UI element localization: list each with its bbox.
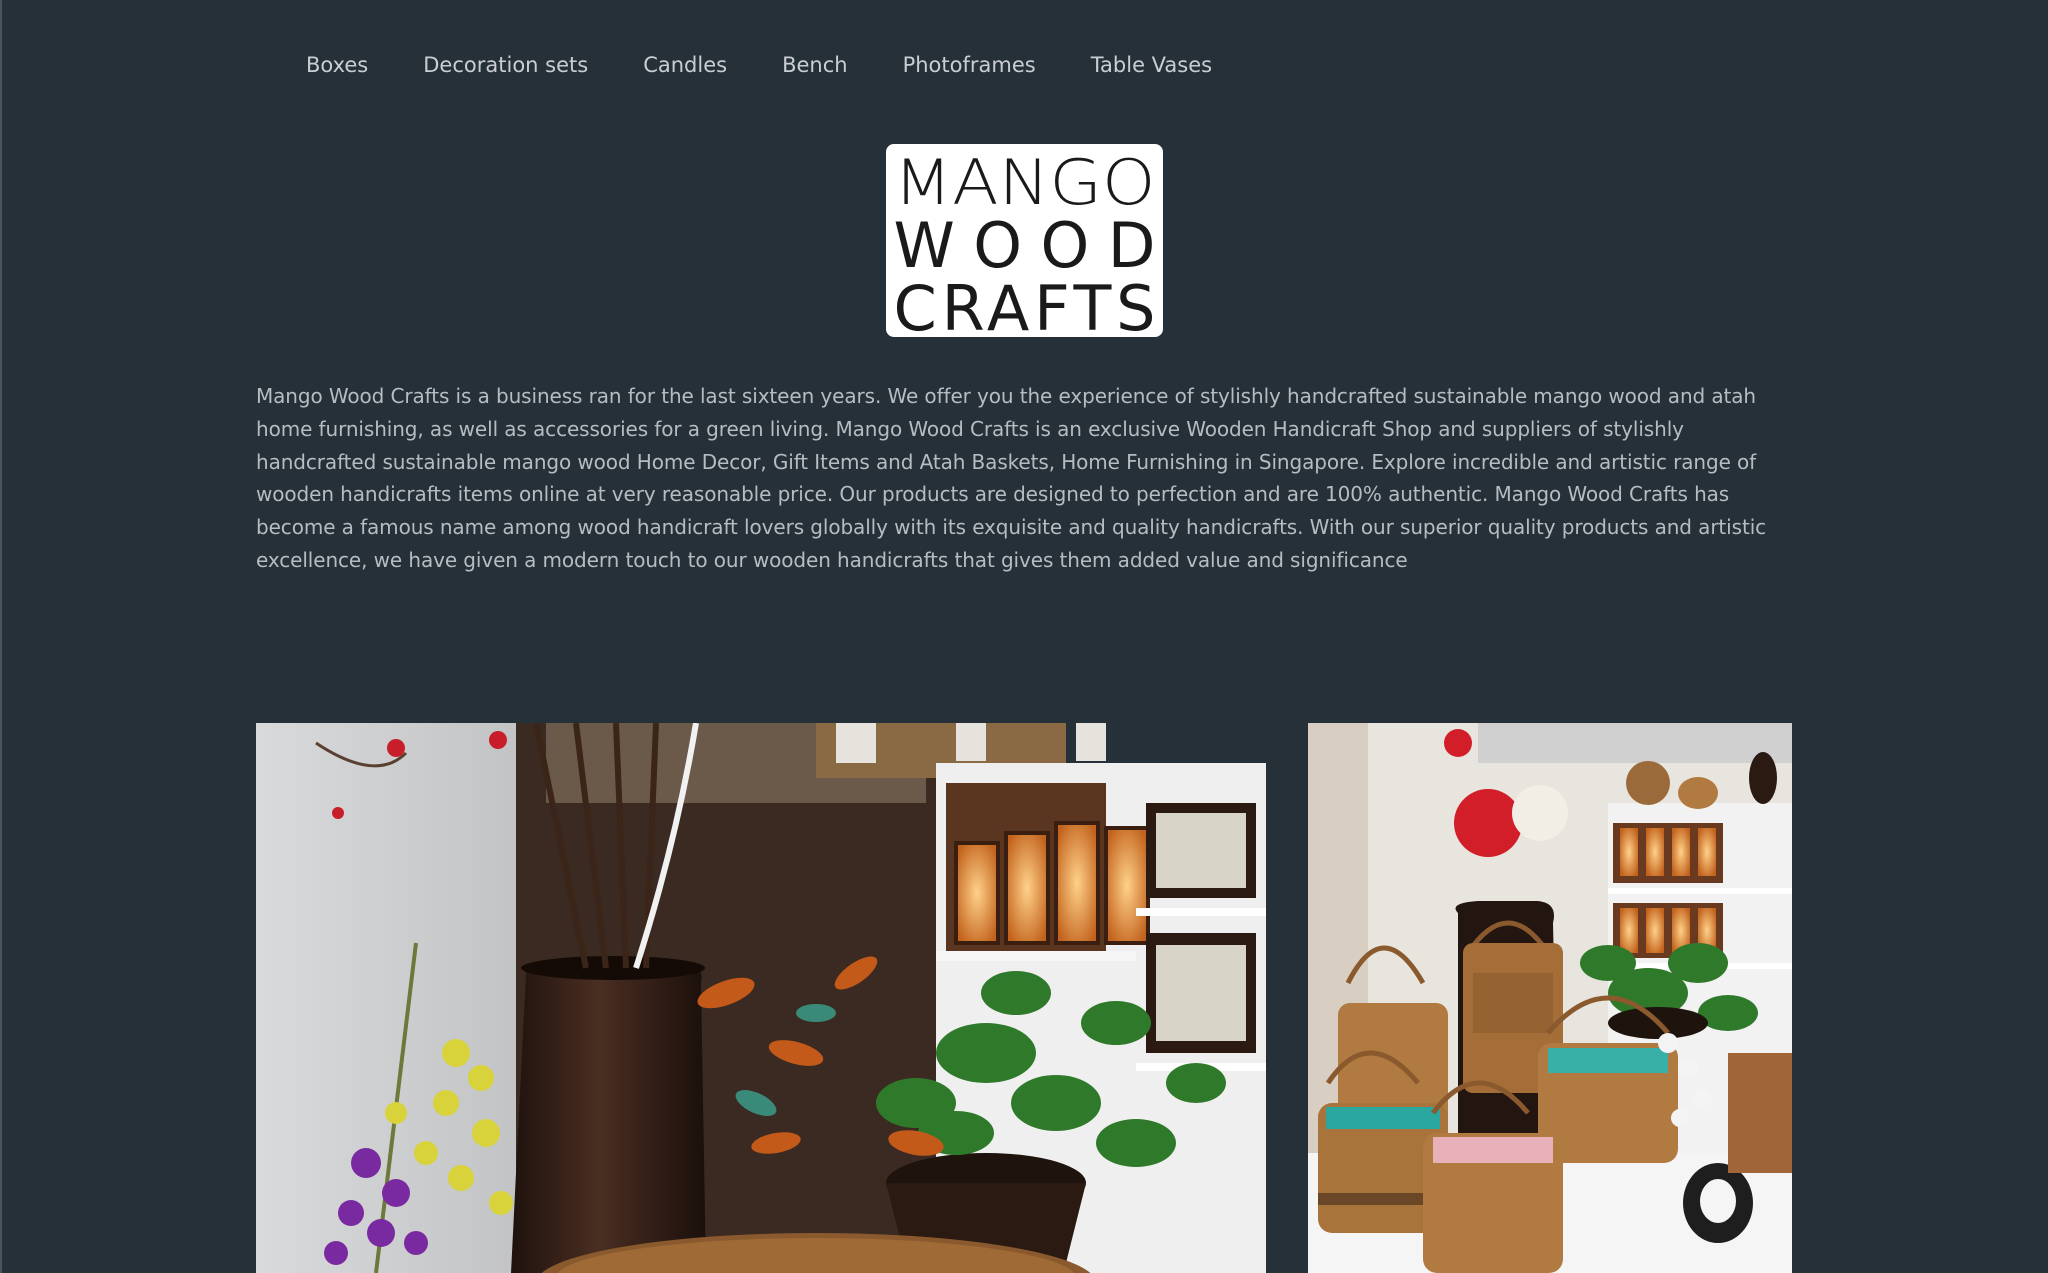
nav-item-table-vases[interactable]: Table Vases xyxy=(1091,46,1212,84)
nav-item-boxes[interactable]: Boxes xyxy=(306,46,368,84)
shop-photo-1 xyxy=(256,723,1266,1273)
page-edge xyxy=(0,0,2,1273)
about-description: Mango Wood Crafts is a business ran for … xyxy=(256,384,1767,572)
site-logo[interactable]: MANGO WOOD CRAFTS xyxy=(886,144,1163,337)
nav-item-photoframes[interactable]: Photoframes xyxy=(903,46,1036,84)
shop-photo-2 xyxy=(1308,723,1792,1273)
logo-line-crafts: CRAFTS xyxy=(894,272,1156,337)
main-nav: Boxes Decoration sets Candles Bench Phot… xyxy=(306,46,1267,84)
nav-item-candles[interactable]: Candles xyxy=(643,46,727,84)
nav-item-bench[interactable]: Bench xyxy=(782,46,848,84)
nav-item-decoration-sets[interactable]: Decoration sets xyxy=(423,46,588,84)
